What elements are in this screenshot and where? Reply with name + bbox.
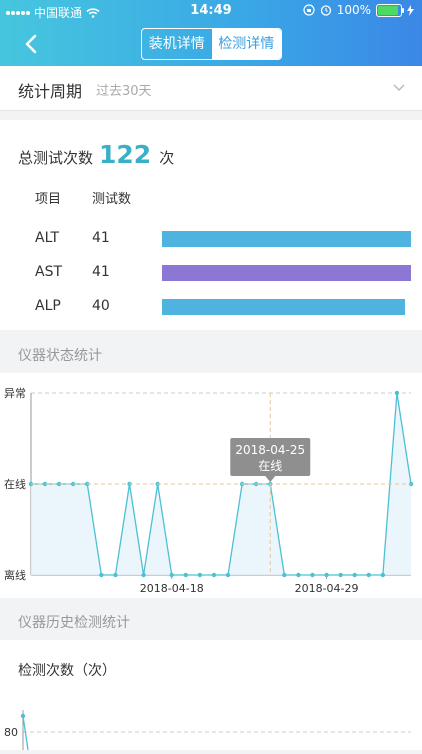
data-point <box>310 572 315 578</box>
item-name: AST <box>35 264 63 280</box>
data-point <box>225 572 231 578</box>
header-count: 测试数 <box>92 192 132 207</box>
y-tick-label: 在线 <box>4 477 26 491</box>
detail-tabs: 装机详情 检测详情 <box>141 28 282 60</box>
data-point <box>20 713 26 719</box>
tooltip-date: 2018-04-25 <box>235 443 305 457</box>
item-bar <box>162 231 411 247</box>
data-point <box>99 572 104 578</box>
total-prefix: 总测试次数 <box>18 149 94 167</box>
series-line <box>22 715 29 751</box>
tooltip-status: 在线 <box>258 459 282 473</box>
total-count: 122 <box>99 140 152 169</box>
tab-install-details[interactable]: 装机详情 <box>142 29 212 59</box>
data-point <box>282 572 287 578</box>
tooltip-pointer <box>265 476 276 482</box>
battery-percent: 100% <box>336 3 371 17</box>
item-row-alt: ALT 41 <box>0 228 422 250</box>
total-suffix: 次 <box>159 149 175 167</box>
battery-icon <box>376 3 404 17</box>
item-bar <box>162 265 411 281</box>
status-chart-card: 离线 在线 异常 2018-04-18 2018-04-29 2018-04-25 在线 <box>0 373 422 598</box>
data-point <box>394 390 400 396</box>
section-title-text: 仪器历史检测统计 <box>18 615 130 631</box>
tab-test-details[interactable]: 检测详情 <box>211 29 281 59</box>
data-point <box>380 572 386 578</box>
y-tick-label: 80 <box>4 726 18 739</box>
data-point <box>197 572 203 578</box>
header-item: 项目 <box>35 192 62 207</box>
history-section-title: 仪器历史检测统计 <box>0 600 422 640</box>
data-point <box>169 572 174 578</box>
charging-icon <box>407 4 414 16</box>
rotation-lock-icon <box>303 4 315 16</box>
data-point <box>352 572 357 578</box>
item-count: 41 <box>92 230 110 246</box>
data-point <box>183 572 189 578</box>
data-point <box>296 572 301 578</box>
item-count: 40 <box>92 298 110 314</box>
test-summary-card: 总测试次数 122 次 项目 测试数 ALT 41 AST 41 ALP 40 <box>0 120 422 330</box>
x-tick-label: 2018-04-18 <box>140 582 204 595</box>
status-icons: 100% <box>303 3 414 17</box>
status-bar: 中国联通 14:49 100% <box>0 0 422 22</box>
status-section-title: 仪器状态统计 <box>0 333 422 373</box>
data-point <box>211 572 217 578</box>
chevron-down-icon <box>393 84 405 92</box>
section-title-text: 仪器状态统计 <box>18 348 102 364</box>
data-point <box>113 572 118 578</box>
total-tests: 总测试次数 122 次 <box>18 140 174 169</box>
x-tick-label: 2018-04-29 <box>295 582 359 595</box>
status-line-chart[interactable]: 离线 在线 异常 2018-04-18 2018-04-29 2018-04-25 在线 <box>0 373 422 598</box>
item-name: ALT <box>35 230 60 246</box>
header: 中国联通 14:49 100% 装机详情 检测详情 统计周期 过去30天 <box>0 0 422 112</box>
item-count: 41 <box>92 264 110 280</box>
item-name: ALP <box>35 298 61 314</box>
y-tick-label: 离线 <box>4 568 26 582</box>
data-point <box>366 572 371 578</box>
item-row-alp: ALP 40 <box>0 296 422 318</box>
item-row-ast: AST 41 <box>0 262 422 284</box>
battery-fill <box>378 5 398 15</box>
data-point <box>141 572 146 578</box>
period-value: 过去30天 <box>96 84 152 99</box>
data-point <box>324 572 329 578</box>
y-tick-label: 异常 <box>4 387 26 400</box>
item-bar <box>162 299 405 315</box>
period-label: 统计周期 <box>18 82 83 101</box>
back-arrow-icon[interactable] <box>20 32 44 56</box>
period-selector[interactable]: 统计周期 过去30天 <box>0 66 422 111</box>
data-point <box>338 572 343 578</box>
nav-bar: 装机详情 检测详情 <box>0 22 422 66</box>
history-chart-card: 检测次数（次） 80 <box>0 640 422 751</box>
history-chart-title: 检测次数（次） <box>18 663 116 679</box>
history-line-chart[interactable]: 80 <box>0 640 422 751</box>
alarm-icon <box>320 5 331 16</box>
